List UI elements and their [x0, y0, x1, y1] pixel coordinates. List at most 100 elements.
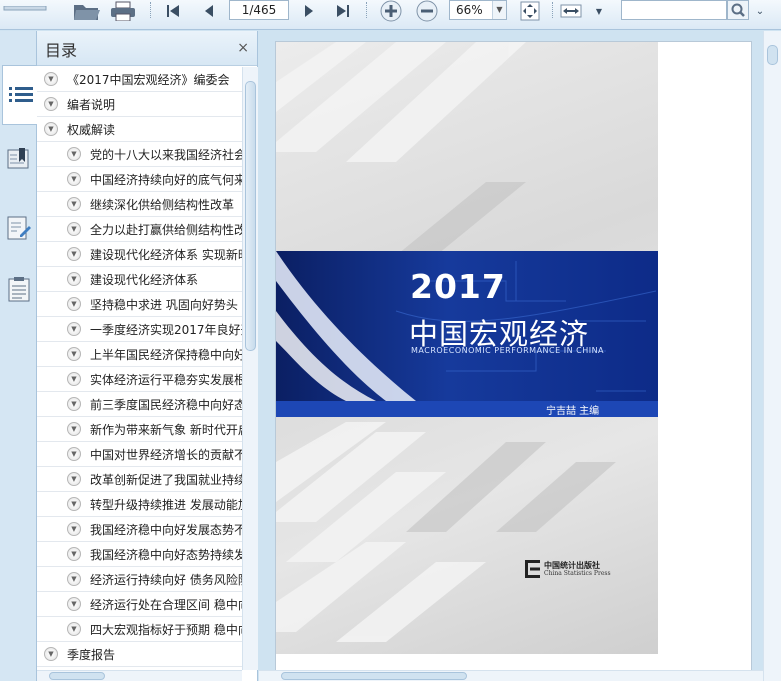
toolbar-chevron-down-icon[interactable]: ⌄ [752, 0, 768, 22]
publisher-logo: 中国统计出版社 China Statistics Press [525, 560, 611, 578]
toc-item-label: 权威解读 [67, 122, 116, 137]
expand-chevron-icon[interactable]: ▼ [67, 247, 81, 261]
open-folder-icon[interactable] [70, 0, 102, 22]
toc-item[interactable]: ▼ 新作为带来新气象 新时代开启 [37, 417, 242, 442]
zoom-select[interactable]: 66% ▼ [449, 0, 507, 20]
toc-item[interactable]: ▼ 我国经济稳中向好态势持续发 [37, 542, 242, 567]
zoom-out-icon[interactable] [414, 0, 440, 22]
document-page[interactable]: 2017 中国宏观经济 MACROECONOMIC PERFORMANCE IN… [275, 41, 752, 681]
expand-chevron-icon[interactable]: ▼ [67, 297, 81, 311]
toc-item[interactable]: ▼ 实体经济运行平稳夯实发展根 [37, 367, 242, 392]
toc-item[interactable]: ▼ 季度报告 [37, 642, 242, 667]
expand-chevron-icon[interactable]: ▼ [44, 122, 58, 136]
toc-item-label: 改革创新促进了我国就业持续 [90, 472, 242, 487]
fit-width-icon[interactable] [558, 0, 584, 22]
toc-item[interactable]: ▼ 转型升级持续推进 发展动能加 [37, 492, 242, 517]
toc-item[interactable]: ▼ 经济运行持续向好 债务风险防 [37, 567, 242, 592]
previous-page-icon[interactable] [198, 0, 220, 22]
toc-item-label: 《2017中国宏观经济》编委会 [67, 72, 230, 87]
next-page-icon[interactable] [298, 0, 320, 22]
editor-strip [276, 401, 658, 417]
toc-item[interactable]: ▼ 四大宏观指标好于预期 稳中向 [37, 617, 242, 642]
cover-banner: 2017 中国宏观经济 MACROECONOMIC PERFORMANCE IN… [276, 251, 658, 417]
expand-chevron-icon[interactable]: ▼ [67, 572, 81, 586]
toc-item[interactable]: ▼ 经济运行处在合理区间 稳中向 [37, 592, 242, 617]
toc-item-label: 前三季度国民经济稳中向好态 [90, 397, 242, 412]
bookmark-icon [7, 148, 29, 169]
expand-chevron-icon[interactable]: ▼ [67, 447, 81, 461]
expand-chevron-icon[interactable]: ▼ [67, 272, 81, 286]
document-hscroll-thumb[interactable] [281, 672, 467, 680]
expand-chevron-icon[interactable]: ▼ [67, 347, 81, 361]
expand-chevron-icon[interactable]: ▼ [67, 147, 81, 161]
document-scroll-thumb[interactable] [767, 45, 778, 65]
bookmark-tab[interactable] [3, 139, 35, 179]
annotation-tab[interactable] [3, 208, 35, 248]
expand-chevron-icon[interactable]: ▼ [67, 522, 81, 536]
document-list-icon [8, 277, 30, 302]
toc-item[interactable]: ▼ 上半年国民经济保持稳中向好 [37, 342, 242, 367]
zoom-in-icon[interactable] [378, 0, 404, 22]
toc-item[interactable]: ▼ 一季度经济实现2017年良好开 [37, 317, 242, 342]
toc-item-label: 我国经济稳中向好发展态势不 [90, 522, 242, 537]
toolbar: 1/465 66% ▼ ▼ ⌄ [0, 0, 781, 30]
toc-item[interactable]: ▼ 全力以赴打赢供给侧结构性改 [37, 217, 242, 242]
expand-chevron-icon[interactable]: ▼ [67, 597, 81, 611]
expand-chevron-icon[interactable]: ▼ [67, 197, 81, 211]
cover-editor: 宁吉喆 主编 [546, 406, 600, 417]
toc-item[interactable]: ▼ 权威解读 [37, 117, 242, 142]
expand-chevron-icon[interactable]: ▼ [67, 622, 81, 636]
toc-item[interactable]: ▼ 中国经济持续向好的底气何来 [37, 167, 242, 192]
first-page-icon[interactable] [162, 0, 184, 22]
expand-chevron-icon[interactable]: ▼ [67, 422, 81, 436]
expand-chevron-icon[interactable]: ▼ [67, 222, 81, 236]
document-vertical-scrollbar[interactable] [763, 31, 781, 681]
expand-chevron-icon[interactable]: ▼ [67, 372, 81, 386]
toc-item[interactable]: ▼ 继续深化供给侧结构性改革 [37, 192, 242, 217]
sidebar-header: 目录 × [37, 31, 257, 66]
search-input[interactable] [621, 0, 727, 20]
toc-scroll-thumb[interactable] [245, 81, 256, 351]
print-icon[interactable] [108, 0, 138, 22]
toc-item[interactable]: ▼ 《2017中国宏观经济》编委会 [37, 67, 242, 92]
expand-chevron-icon[interactable]: ▼ [67, 472, 81, 486]
close-icon[interactable]: × [237, 40, 249, 56]
toc-hscroll-thumb[interactable] [49, 672, 105, 680]
toc-item[interactable]: ▼ 建设现代化经济体系 实现新时 [37, 242, 242, 267]
fit-width-dropdown-icon[interactable]: ▼ [592, 0, 606, 22]
toc-item[interactable]: ▼ 建设现代化经济体系 [37, 267, 242, 292]
toc-item-label: 转型升级持续推进 发展动能加 [90, 497, 242, 512]
toolbar-partial-button[interactable] [0, 0, 50, 22]
document-viewer: 2017 中国宏观经济 MACROECONOMIC PERFORMANCE IN… [259, 31, 781, 681]
toc-vertical-scrollbar[interactable] [242, 67, 258, 670]
expand-chevron-icon[interactable]: ▼ [67, 397, 81, 411]
document-horizontal-scrollbar[interactable] [259, 670, 763, 681]
toc-item[interactable]: ▼ 党的十八大以来我国经济社会 [37, 142, 242, 167]
expand-chevron-icon[interactable]: ▼ [44, 72, 58, 86]
toc-item-label: 坚持稳中求进 巩固向好势头 [90, 297, 238, 312]
toc-item[interactable]: ▼ 坚持稳中求进 巩固向好势头 [37, 292, 242, 317]
expand-chevron-icon[interactable]: ▼ [67, 547, 81, 561]
toc-horizontal-scrollbar[interactable] [37, 670, 242, 681]
publisher-emblem-icon [525, 560, 540, 578]
expand-chevron-icon[interactable]: ▼ [67, 172, 81, 186]
expand-chevron-icon[interactable]: ▼ [67, 322, 81, 336]
last-page-icon[interactable] [332, 0, 354, 22]
expand-chevron-icon[interactable]: ▼ [67, 497, 81, 511]
toc-item[interactable]: ▼ 编者说明 [37, 92, 242, 117]
toc-item[interactable]: ▼ 中国对世界经济增长的贡献不 [37, 442, 242, 467]
fit-page-icon[interactable] [517, 0, 543, 22]
thumbnail-tab[interactable] [3, 269, 35, 309]
toc-item[interactable]: ▼ 我国经济稳中向好发展态势不 [37, 517, 242, 542]
toc-item-label: 中国经济持续向好的底气何来 [90, 172, 242, 187]
toc-item[interactable]: ▼ 前三季度国民经济稳中向好态 [37, 392, 242, 417]
expand-chevron-icon[interactable]: ▼ [44, 97, 58, 111]
chevron-down-icon: ▼ [492, 1, 506, 19]
toc-tab[interactable] [2, 65, 38, 125]
publisher-name-en: China Statistics Press [544, 570, 611, 577]
search-icon[interactable] [727, 0, 749, 20]
toolbar-separator [366, 2, 367, 18]
expand-chevron-icon[interactable]: ▼ [44, 647, 58, 661]
toc-item[interactable]: ▼ 改革创新促进了我国就业持续 [37, 467, 242, 492]
page-number-input[interactable]: 1/465 [229, 0, 289, 20]
